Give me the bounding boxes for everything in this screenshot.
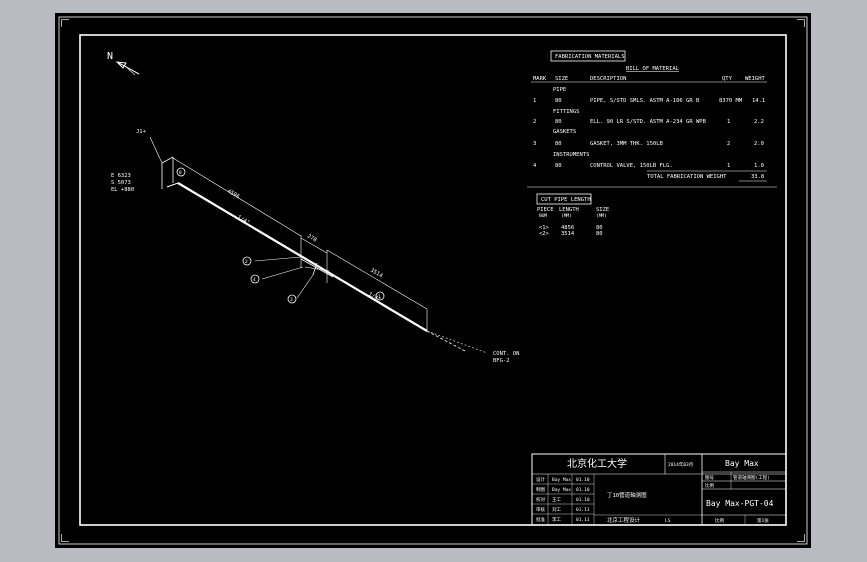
tb-date-2: 01.10: [576, 487, 590, 493]
bom-header-size: SIZE: [555, 76, 568, 82]
bom-section-fittings: FITTINGS: [553, 109, 580, 115]
tb-small-label-1: 图号: [705, 475, 714, 481]
bom-section-instruments: INSTRUMENTS: [553, 152, 589, 158]
tb-footer-tag: LS: [665, 518, 671, 524]
tb-name-4: 刘工: [552, 506, 561, 513]
cut-title: CUT PIPE LENGTH: [541, 197, 591, 203]
tb-date-3: 01.10: [576, 497, 590, 503]
bom-row4-desc: CONTROL VALVE, 150LB FLG.: [590, 163, 673, 169]
bom-row2-desc: ELL. 90 LR S/STD. ASTM A-234 GR WPB: [590, 119, 707, 125]
callout-3: 3: [290, 297, 293, 303]
callout-1: 1: [378, 294, 381, 300]
cut-pipe-table: CUT PIPE LENGTH PIECE LENGTH SIZE NUM (M…: [536, 193, 609, 237]
tb-name-5: 李工: [552, 516, 561, 523]
bom-header-desc: DESCRIPTION: [590, 76, 626, 82]
bom-header-qty: QTY: [722, 76, 733, 82]
bom-row3-size: 80: [555, 141, 562, 147]
bom-total-label: TOTAL FABRICATION WEIGHT: [647, 174, 727, 180]
bom-row1-size: 80: [555, 98, 562, 104]
cut-row2-size: 80: [596, 231, 603, 237]
coord-s: S 5073: [111, 180, 131, 186]
bom-row4-weight: 1.0: [754, 163, 764, 169]
dim-lower: 3514: [369, 268, 384, 280]
cut-header-piece: PIECE: [537, 207, 554, 213]
tb-sheet: 第1张: [757, 517, 769, 524]
tb-author: Bay Max: [725, 459, 759, 468]
tb-desc: 丁10管道轴测图: [607, 491, 647, 499]
cont-label: CONT. ON: [493, 351, 520, 357]
fab-title: FABRICATION MATERIALS: [555, 54, 625, 60]
bom-row1-weight: 14.1: [752, 98, 765, 104]
bom-header-weight: WEIGHT: [745, 76, 766, 82]
north-arrow: N: [107, 51, 140, 76]
cut-sub-piece: NUM: [539, 213, 547, 219]
tb-footer: 北京工程设计: [607, 516, 641, 524]
coord-e: E 6323: [111, 173, 131, 179]
bom-row2-mark: 2: [533, 119, 536, 125]
tb-small-label-2: 比例: [705, 482, 714, 489]
tb-name-3: 王工: [552, 497, 561, 503]
cut-header-size: SIZE: [596, 207, 609, 213]
cut-sub-length: (MM): [561, 213, 572, 219]
inner-frame: [79, 34, 787, 526]
bom-row4-qty: 1: [727, 163, 730, 169]
tb-name-1: Bay Max: [552, 477, 571, 483]
drawing-sheet: N J1+ E 6323 S 5073 EL +880 4596 278 351…: [58, 16, 808, 545]
tb-role-5: 批准: [536, 516, 545, 523]
tb-date-4: 01.11: [576, 507, 590, 513]
bom-title: BILL OF MATERIAL: [626, 66, 680, 72]
callout-2: 2: [245, 259, 248, 265]
bom-header-mark: MARK: [533, 76, 547, 82]
bom-row2-qty: 1: [727, 119, 730, 125]
tb-date-1: 01.10: [576, 477, 590, 483]
pipe-isometric: [149, 136, 488, 354]
bom-row2-size: 80: [555, 119, 562, 125]
cut-header-length: LENGTH: [559, 207, 579, 213]
dim-upper: 4596: [226, 189, 240, 201]
bom-row1-mark: 1: [533, 98, 536, 104]
tb-role-4: 审核: [536, 506, 545, 513]
bill-of-material: FABRICATION MATERIALS BILL OF MATERIAL M…: [527, 50, 777, 188]
bom-row3-mark: 3: [533, 141, 536, 147]
cut-sub-size: (MM): [596, 213, 607, 219]
callout-4: 4: [253, 277, 256, 283]
callout-8: 8: [179, 170, 182, 176]
outer-frame: [58, 16, 808, 545]
bom-row4-size: 80: [555, 163, 562, 169]
bom-row1-qty: 8370 MM: [719, 98, 743, 104]
pipe-run: [177, 182, 428, 332]
tb-subject: 管道轴测图(工程): [733, 474, 770, 481]
tb-role-1: 设计: [536, 476, 545, 483]
bom-row3-qty: 2: [727, 141, 730, 147]
bom-row2-weight: 2.2: [754, 119, 764, 125]
bom-section-pipe: PIPE: [553, 87, 566, 93]
cont-ref: BFG-2: [493, 358, 510, 364]
bom-row1-desc: PIPE, S/STD SMLS. ASTM A-106 GR B: [590, 98, 700, 104]
tb-name-2: Bay Max: [552, 487, 571, 493]
label-j1: J1+: [136, 129, 147, 135]
tb-date-5: 01.11: [576, 517, 590, 523]
tb-role-3: 校对: [536, 496, 545, 503]
cad-viewport[interactable]: N J1+ E 6323 S 5073 EL +880 4596 278 351…: [55, 13, 811, 548]
north-label: N: [107, 51, 113, 62]
tb-scale: 比例: [715, 517, 724, 524]
bom-row3-desc: GASKET, 3MM THK. 150LB: [590, 141, 664, 147]
coord-el: EL +880: [111, 187, 134, 193]
pipe-continuation: [426, 330, 466, 352]
cut-row2-piece: <2>: [539, 231, 550, 237]
tb-code: Bay Max-PGT-04: [706, 499, 774, 508]
cut-row2-length: 3514: [561, 231, 575, 237]
tb-date: 2014年03月: [668, 461, 693, 468]
bom-section-gaskets: GASKETS: [553, 129, 576, 135]
school-name: 北京化工大学: [567, 457, 627, 470]
bom-row3-weight: 2.0: [754, 141, 764, 147]
bom-row4-mark: 4: [533, 163, 537, 169]
tb-role-2: 制图: [536, 486, 545, 493]
bom-total-value: 33.8: [751, 174, 764, 180]
pipe-label-upper: 1/4": [236, 215, 250, 227]
